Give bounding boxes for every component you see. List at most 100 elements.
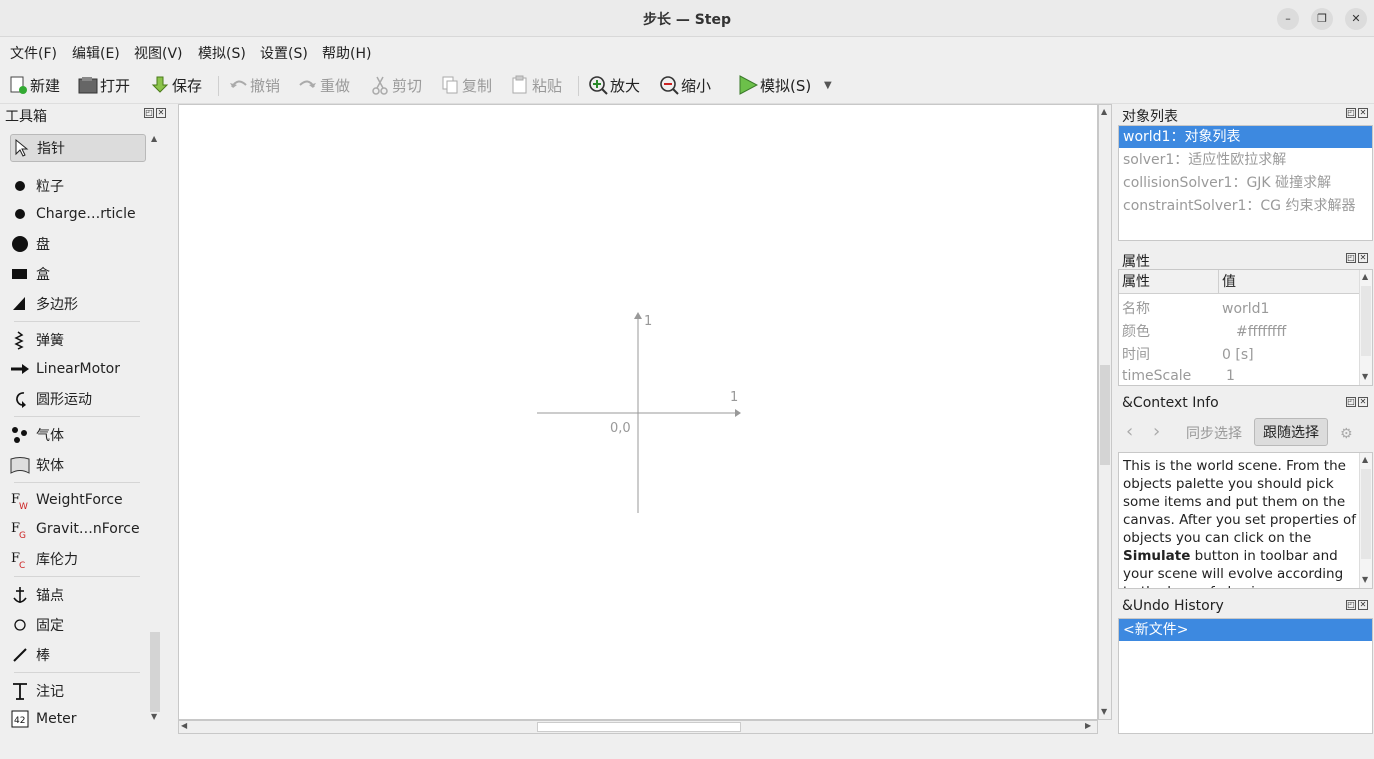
canvas-vertical-scrollbar[interactable]: ▲ ▼ <box>1098 104 1112 720</box>
context-scrollbar[interactable]: ▲ ▼ <box>1359 453 1372 588</box>
close-icon[interactable]: ✕ <box>1358 108 1368 118</box>
tool-note[interactable]: 注记 <box>10 677 146 705</box>
float-icon[interactable]: ◰ <box>1346 108 1356 118</box>
float-icon[interactable]: ◰ <box>1346 253 1356 263</box>
float-icon[interactable]: ◰ <box>1346 600 1356 610</box>
menu-simulation[interactable]: 模拟(S) <box>198 43 246 63</box>
scroll-thumb[interactable] <box>1361 469 1371 559</box>
zoom-in-button[interactable]: 放大 <box>588 74 640 96</box>
tool-linear-motor[interactable]: LinearMotor <box>10 355 146 383</box>
menu-edit[interactable]: 编辑(E) <box>72 43 120 63</box>
canvas-horizontal-scrollbar[interactable]: ◀ ▶ <box>178 720 1098 734</box>
tool-charged-particle[interactable]: Charge…rticle <box>10 200 146 228</box>
menu-help[interactable]: 帮助(H) <box>322 43 371 63</box>
tool-coulomb-force[interactable]: FC 库伦力 <box>10 545 146 573</box>
window-title: 步长 — Step <box>642 12 732 28</box>
object-item-collision-solver[interactable]: collisionSolver1：GJK 碰撞求解 <box>1119 172 1372 194</box>
forward-button[interactable]: › <box>1153 418 1160 446</box>
new-button[interactable]: 新建 <box>8 74 60 96</box>
tool-weight-force[interactable]: FW WeightForce <box>10 486 146 514</box>
object-list-panel: world1：对象列表 solver1：适应性欧拉求解 collisionSol… <box>1118 125 1373 241</box>
property-row[interactable]: 名称 world1 <box>1119 298 1359 320</box>
tool-spring[interactable]: 弹簧 <box>10 326 146 354</box>
back-button[interactable]: ‹ <box>1126 418 1133 446</box>
object-item-world[interactable]: world1：对象列表 <box>1119 126 1372 148</box>
copy-button[interactable]: 复制 <box>440 74 492 96</box>
maximize-button[interactable]: ❐ <box>1311 8 1333 30</box>
menu-view[interactable]: 视图(V) <box>134 43 183 63</box>
menu-settings[interactable]: 设置(S) <box>260 43 308 63</box>
cut-button[interactable]: 剪切 <box>370 74 422 96</box>
tool-label: 盘 <box>36 237 50 253</box>
scroll-up-arrow[interactable]: ▲ <box>1362 272 1368 281</box>
scroll-down-arrow[interactable]: ▼ <box>1362 575 1368 584</box>
open-button[interactable]: 打开 <box>78 74 130 96</box>
scroll-down-arrow[interactable]: ▼ <box>151 712 157 721</box>
close-button[interactable]: ✕ <box>1345 8 1367 30</box>
scroll-up-arrow[interactable]: ▲ <box>1362 455 1368 464</box>
toolbox-separator <box>14 576 140 577</box>
object-item-constraint-solver[interactable]: constraintSolver1：CG 约束求解器 <box>1119 195 1372 217</box>
simulate-keyword: Simulate <box>1123 548 1191 564</box>
column-header-property[interactable]: 属性 <box>1119 270 1219 294</box>
property-row[interactable]: timeScale 1 <box>1119 365 1359 387</box>
scroll-up-arrow[interactable]: ▲ <box>1101 107 1107 116</box>
object-item-solver[interactable]: solver1：适应性欧拉求解 <box>1119 149 1372 171</box>
paste-button[interactable]: 粘贴 <box>510 74 562 96</box>
scroll-left-arrow[interactable]: ◀ <box>181 721 187 730</box>
tool-meter[interactable]: 42 Meter <box>10 705 146 733</box>
tool-disk[interactable]: 盘 <box>10 230 146 258</box>
sync-selection-button[interactable]: 同步选择 <box>1186 420 1242 448</box>
close-icon[interactable]: ✕ <box>156 108 166 118</box>
scroll-down-arrow[interactable]: ▼ <box>1101 707 1107 716</box>
tool-circular-motor[interactable]: 圆形运动 <box>10 385 146 413</box>
save-button[interactable]: 保存 <box>150 74 202 96</box>
zoom-out-button[interactable]: 缩小 <box>659 74 711 96</box>
scroll-thumb[interactable] <box>1100 365 1110 465</box>
tool-label: Charge…rticle <box>36 206 136 222</box>
scroll-up-arrow[interactable]: ▲ <box>151 134 157 143</box>
tool-stick[interactable]: 棒 <box>10 641 146 669</box>
properties-scrollbar[interactable]: ▲ ▼ <box>1359 270 1372 385</box>
tool-soft-body[interactable]: 软体 <box>10 451 146 479</box>
tool-pin[interactable]: 固定 <box>10 611 146 639</box>
tool-gas[interactable]: 气体 <box>10 421 146 449</box>
property-row[interactable]: 时间 0 [s] <box>1119 344 1359 366</box>
simulate-button[interactable]: 模拟(S) <box>738 74 811 96</box>
toolbox-scrollbar[interactable]: ▲ ▼ <box>148 128 162 728</box>
scroll-thumb[interactable] <box>537 722 741 732</box>
undo-button[interactable]: 撤销 <box>228 74 280 96</box>
tool-anchor[interactable]: 锚点 <box>10 581 146 609</box>
float-icon[interactable]: ◰ <box>144 108 154 118</box>
undo-history-title: &Undo History <box>1122 598 1224 614</box>
column-header-value[interactable]: 值 <box>1219 270 1359 294</box>
tool-label: LinearMotor <box>36 361 120 377</box>
scroll-right-arrow[interactable]: ▶ <box>1085 721 1091 730</box>
close-icon[interactable]: ✕ <box>1358 253 1368 263</box>
close-icon[interactable]: ✕ <box>1358 600 1368 610</box>
undo-history-item[interactable]: <新文件> <box>1119 619 1372 641</box>
close-icon[interactable]: ✕ <box>1358 397 1368 407</box>
tool-gravitation-force[interactable]: FG Gravit…nForce <box>10 515 146 543</box>
menu-file[interactable]: 文件(F) <box>10 43 57 63</box>
simulate-dropdown-arrow[interactable]: ▼ <box>824 74 832 96</box>
tool-label: 注记 <box>36 684 64 700</box>
world-canvas[interactable]: 0,0 1 1 <box>178 104 1098 720</box>
tool-pointer[interactable]: 指针 <box>10 134 146 162</box>
settings-gear-icon[interactable]: ⚙ <box>1340 420 1353 448</box>
tool-particle[interactable]: 粒子 <box>10 172 146 200</box>
tool-box[interactable]: 盒 <box>10 260 146 288</box>
tool-polygon[interactable]: 多边形 <box>10 290 146 318</box>
follow-selection-button[interactable]: 跟随选择 <box>1254 418 1328 446</box>
redo-button[interactable]: 重做 <box>298 74 350 96</box>
minimize-button[interactable]: – <box>1277 8 1299 30</box>
svg-text:W: W <box>19 502 28 510</box>
scroll-thumb[interactable] <box>1361 286 1371 356</box>
property-row[interactable]: 颜色 #ffffffff <box>1119 321 1359 343</box>
copy-label: 复制 <box>462 76 493 95</box>
float-icon[interactable]: ◰ <box>1346 397 1356 407</box>
toolbar-separator <box>218 76 219 96</box>
scroll-down-arrow[interactable]: ▼ <box>1362 372 1368 381</box>
scroll-thumb[interactable] <box>150 632 160 712</box>
tool-label: 库伦力 <box>36 552 78 568</box>
